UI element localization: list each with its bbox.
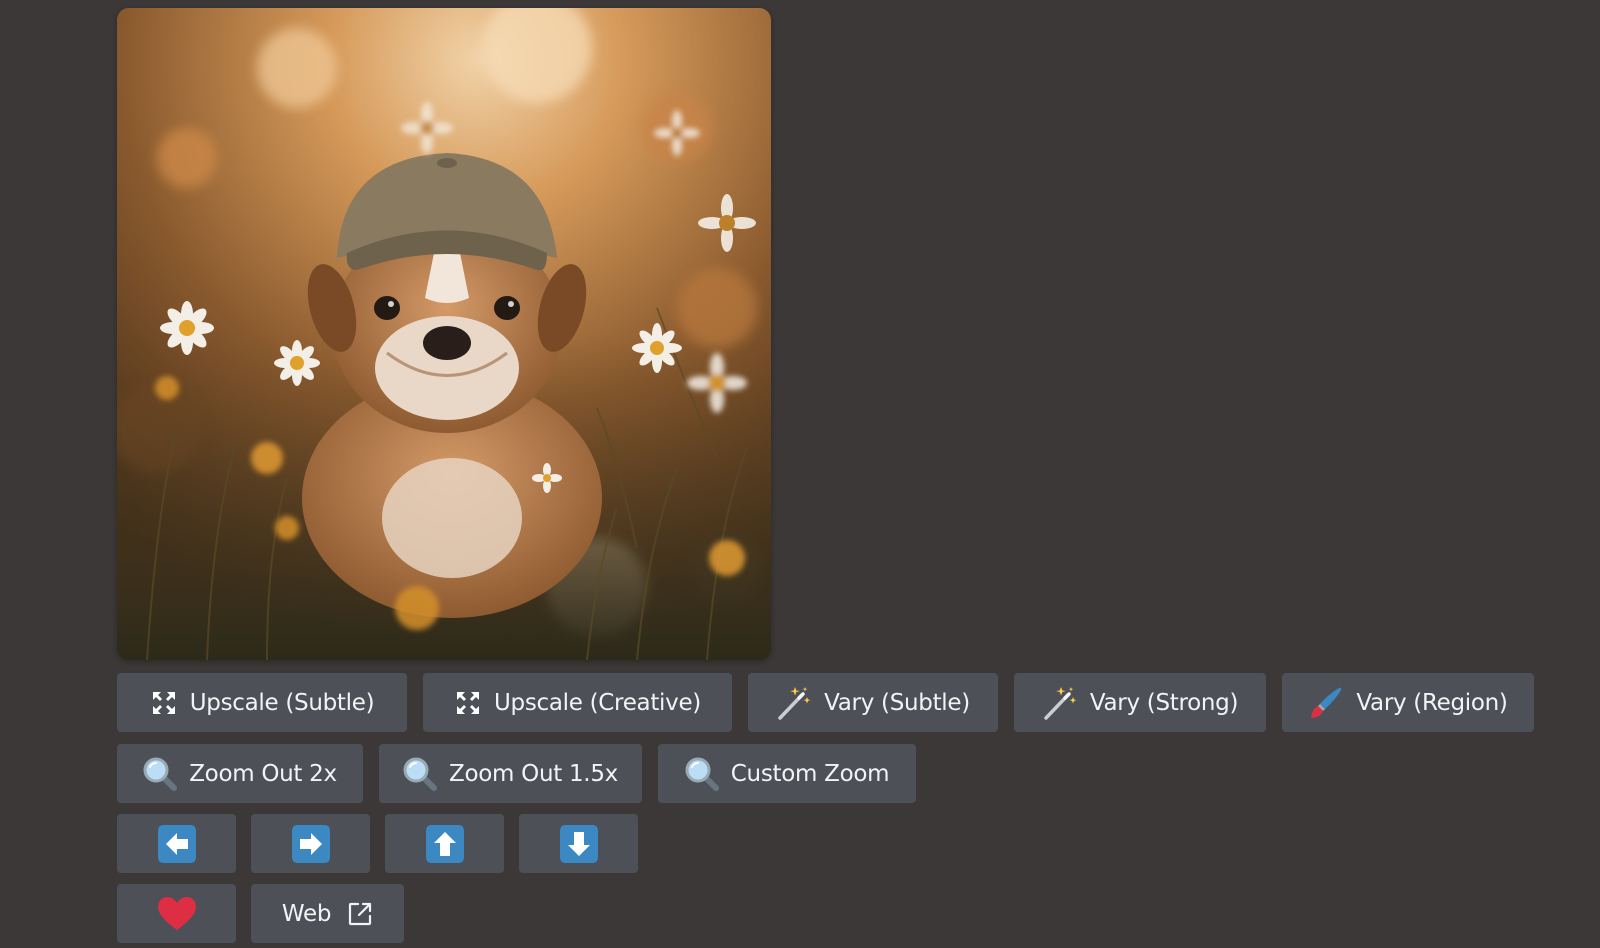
pan-up-button[interactable] [385,814,504,873]
vary-strong-label: Vary (Strong) [1089,689,1239,716]
magnifier-icon [143,757,178,791]
vary-strong-button[interactable]: Vary (Strong) [1014,673,1266,732]
upscale-creative-button[interactable]: Upscale (Creative) [423,673,732,732]
action-row-extra: Web [117,884,404,943]
magnifier-icon [685,757,719,791]
arrow-up-icon [425,824,464,863]
action-row-zoom: Zoom Out 2x Zoom Out 1.5x Custom Zoom [117,744,916,803]
paintbrush-icon [1308,685,1344,721]
action-row-upscale-vary: Upscale (Subtle) Upscale (Creative) Vary… [117,673,1534,732]
custom-zoom-label: Custom Zoom [730,760,890,787]
vary-subtle-button[interactable]: Vary (Subtle) [748,673,998,732]
heart-icon [157,896,197,932]
vary-subtle-label: Vary (Subtle) [824,689,970,716]
pan-down-button[interactable] [519,814,638,873]
action-row-pan [117,814,638,873]
web-label: Web [281,900,332,927]
zoom-out-1-5x-button[interactable]: Zoom Out 1.5x [379,744,642,803]
magic-wand-icon [776,685,812,721]
zoom-out-1-5x-label: Zoom Out 1.5x [449,760,618,787]
upscale-subtle-label: Upscale (Subtle) [189,689,375,716]
bulldog-puppy-image [117,8,771,660]
custom-zoom-button[interactable]: Custom Zoom [658,744,916,803]
pan-left-button[interactable] [117,814,236,873]
arrow-down-icon [559,824,598,863]
upscale-creative-label: Upscale (Creative) [494,689,701,716]
web-link-button[interactable]: Web [251,884,404,943]
expand-icon [149,688,178,717]
magnifier-icon [403,757,438,791]
generated-image[interactable] [117,8,771,660]
arrow-left-icon [157,824,196,863]
zoom-out-2x-button[interactable]: Zoom Out 2x [117,744,363,803]
pan-right-button[interactable] [251,814,370,873]
magic-wand-icon [1042,685,1078,721]
external-link-icon [347,901,373,927]
favorite-button[interactable] [117,884,236,943]
upscale-subtle-button[interactable]: Upscale (Subtle) [117,673,407,732]
zoom-out-2x-label: Zoom Out 2x [189,760,337,787]
arrow-right-icon [291,824,330,863]
vary-region-button[interactable]: Vary (Region) [1282,673,1534,732]
expand-icon [454,689,482,717]
vary-region-label: Vary (Region) [1356,689,1508,716]
